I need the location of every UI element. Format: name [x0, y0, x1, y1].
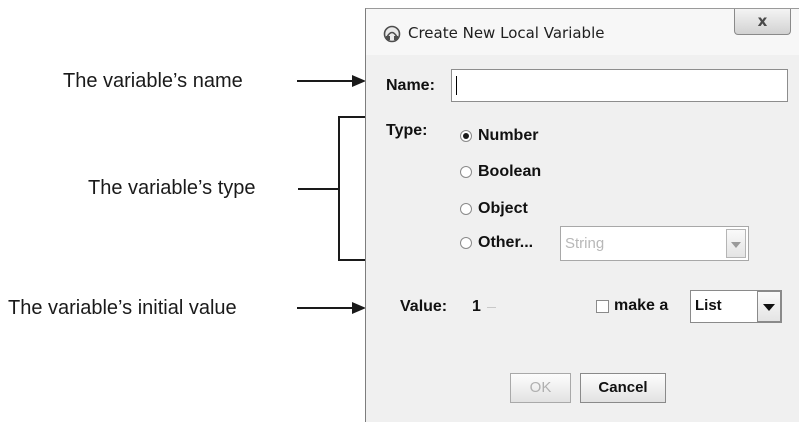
type-option-label: Number: [478, 127, 539, 144]
titlebar: Create New Local Variable x: [366, 9, 799, 55]
collection-type-dropdown[interactable]: List: [690, 290, 782, 323]
dropdown-arrow-icon: [763, 304, 775, 311]
annotation-value: The variable’s initial value: [8, 297, 237, 319]
make-a-label: make a: [614, 297, 669, 314]
ok-button[interactable]: OK: [510, 373, 571, 403]
radio-button-checked[interactable]: [460, 130, 472, 142]
annotation-name-arrow: [352, 75, 366, 87]
annotation-value-line: [297, 307, 355, 309]
app-icon: [383, 25, 401, 43]
annotation-type-line: [298, 188, 338, 190]
annotation-value-arrow: [352, 302, 366, 314]
value-input[interactable]: 1: [472, 298, 481, 316]
annotation-type-bracket-vertical: [338, 116, 340, 261]
type-option-label: Boolean: [478, 163, 542, 180]
type-label: Type:: [386, 122, 428, 139]
type-option-label: Object: [478, 200, 528, 217]
close-icon: x: [757, 12, 768, 30]
dialog-title: Create New Local Variable: [408, 24, 605, 42]
cancel-button[interactable]: Cancel: [580, 373, 666, 403]
annotation-type-bracket-top: [338, 116, 365, 118]
annotation-name-line: [297, 80, 355, 82]
annotation-type-bracket-bottom: [338, 259, 365, 261]
annotation-name: The variable’s name: [63, 70, 243, 92]
type-option-label: Other...: [478, 234, 534, 251]
radio-button[interactable]: [460, 166, 472, 178]
value-spinner-tick: [487, 307, 496, 308]
radio-button[interactable]: [460, 237, 472, 249]
dropdown-arrow-icon: [731, 242, 741, 248]
other-type-value: String: [565, 235, 605, 252]
text-caret: [456, 76, 457, 95]
collection-type-value: List: [695, 297, 722, 314]
collection-type-dropdown-button[interactable]: [757, 291, 781, 322]
other-type-dropdown-button[interactable]: [726, 229, 746, 258]
value-spinner[interactable]: 1: [470, 295, 510, 319]
make-a-checkbox[interactable]: [596, 300, 609, 313]
value-label: Value:: [400, 298, 448, 315]
create-local-variable-dialog: Create New Local Variable x Name: Type: …: [365, 8, 799, 422]
name-input[interactable]: [451, 69, 788, 102]
close-button[interactable]: x: [734, 9, 791, 35]
radio-button[interactable]: [460, 203, 472, 215]
name-label: Name:: [386, 77, 435, 94]
annotation-type: The variable’s type: [88, 177, 256, 199]
other-type-dropdown[interactable]: String: [560, 226, 749, 261]
